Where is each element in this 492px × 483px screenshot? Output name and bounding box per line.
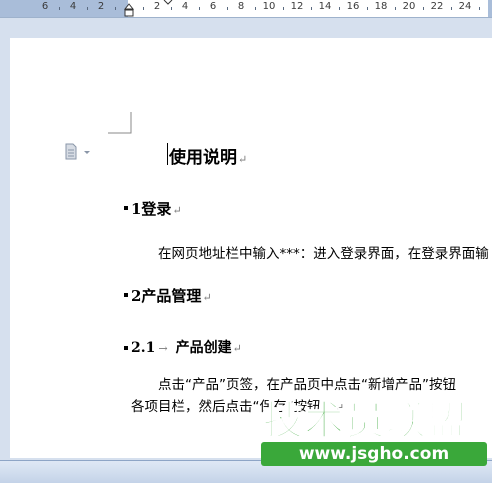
ruler-tick xyxy=(171,7,172,10)
ruler-number: 4 xyxy=(69,1,77,12)
ruler-tick xyxy=(367,7,368,10)
ruler-number: 10 xyxy=(262,1,276,12)
body-paragraph-text: 在网页地址栏中输入***：进入登录界面，在登录界面输 xyxy=(158,246,489,262)
ruler-left-margin xyxy=(0,0,128,17)
ruler-tick xyxy=(423,7,424,10)
paragraph-mark: ↵ xyxy=(172,204,182,217)
hanging-indent-marker[interactable] xyxy=(124,3,134,17)
ruler-tick xyxy=(255,7,256,10)
site-watermark: 技术员联盟 www.jsgho.com xyxy=(255,388,492,478)
tab-mark: → xyxy=(158,342,168,355)
ruler-right-margin xyxy=(488,0,492,17)
subsection-number: 2.1 xyxy=(131,340,156,356)
ruler-number: 2 xyxy=(153,1,161,12)
ruler-tick xyxy=(395,7,396,10)
ruler-tick xyxy=(87,7,88,10)
heading-bullet xyxy=(124,206,128,210)
ruler-tick xyxy=(115,7,116,10)
ruler-number: 22 xyxy=(430,1,444,12)
ruler-number: 18 xyxy=(374,1,388,12)
first-line-indent-marker[interactable] xyxy=(163,0,173,6)
ruler-number: 16 xyxy=(346,1,360,12)
ruler-number: 8 xyxy=(237,1,245,12)
ruler-tick xyxy=(311,7,312,10)
paragraph-mark: ↵ xyxy=(232,342,242,355)
ruler-tick xyxy=(479,7,480,10)
margin-corner-mark xyxy=(108,112,132,134)
subsection-heading-text: 产品创建 xyxy=(175,340,232,356)
watermark-url: www.jsgho.com xyxy=(298,444,450,464)
section-heading-text: 2产品管理 xyxy=(131,287,202,305)
ruler-number: 14 xyxy=(318,1,332,12)
section-heading[interactable]: 1登录↵ xyxy=(131,198,182,219)
ruler-number: 6 xyxy=(209,1,217,12)
watermark-url-bar: www.jsgho.com xyxy=(261,442,487,466)
heading-bullet xyxy=(124,293,128,297)
ruler-number: 2 xyxy=(97,1,105,12)
section-heading-text: 1登录 xyxy=(131,200,172,218)
ruler-number: 12 xyxy=(290,1,304,12)
document-map-icon[interactable] xyxy=(64,143,92,161)
paragraph-mark: ↵ xyxy=(202,291,212,304)
heading-bullet xyxy=(124,346,128,350)
ruler-tick xyxy=(143,7,144,10)
paragraph-mark: ↵ xyxy=(238,153,248,166)
document-title-text: 使用说明 xyxy=(169,148,237,168)
ruler-tick xyxy=(339,7,340,10)
ruler-tick xyxy=(199,7,200,10)
text-cursor xyxy=(167,143,168,165)
ruler-number: 20 xyxy=(402,1,416,12)
ruler-number: 6 xyxy=(41,1,49,12)
ruler-tick xyxy=(283,7,284,10)
ruler-tick xyxy=(451,7,452,10)
ruler-tick xyxy=(227,7,228,10)
ruler-tick xyxy=(59,7,60,10)
body-paragraph[interactable]: 在网页地址栏中输入***：进入登录界面，在登录界面输 xyxy=(158,242,489,262)
section-heading[interactable]: 2产品管理↵ xyxy=(131,285,212,306)
horizontal-ruler[interactable]: 6 4 2 2 4 6 8 10 12 14 16 18 20 22 24 xyxy=(0,0,492,18)
subsection-heading[interactable]: 2.1 → 产品创建↵ xyxy=(131,337,242,357)
ruler-number: 24 xyxy=(458,1,472,12)
ruler-number: 4 xyxy=(181,1,189,12)
watermark-title: 技术员联盟 xyxy=(262,397,468,445)
document-title[interactable]: 使用说明↵ xyxy=(169,143,247,168)
